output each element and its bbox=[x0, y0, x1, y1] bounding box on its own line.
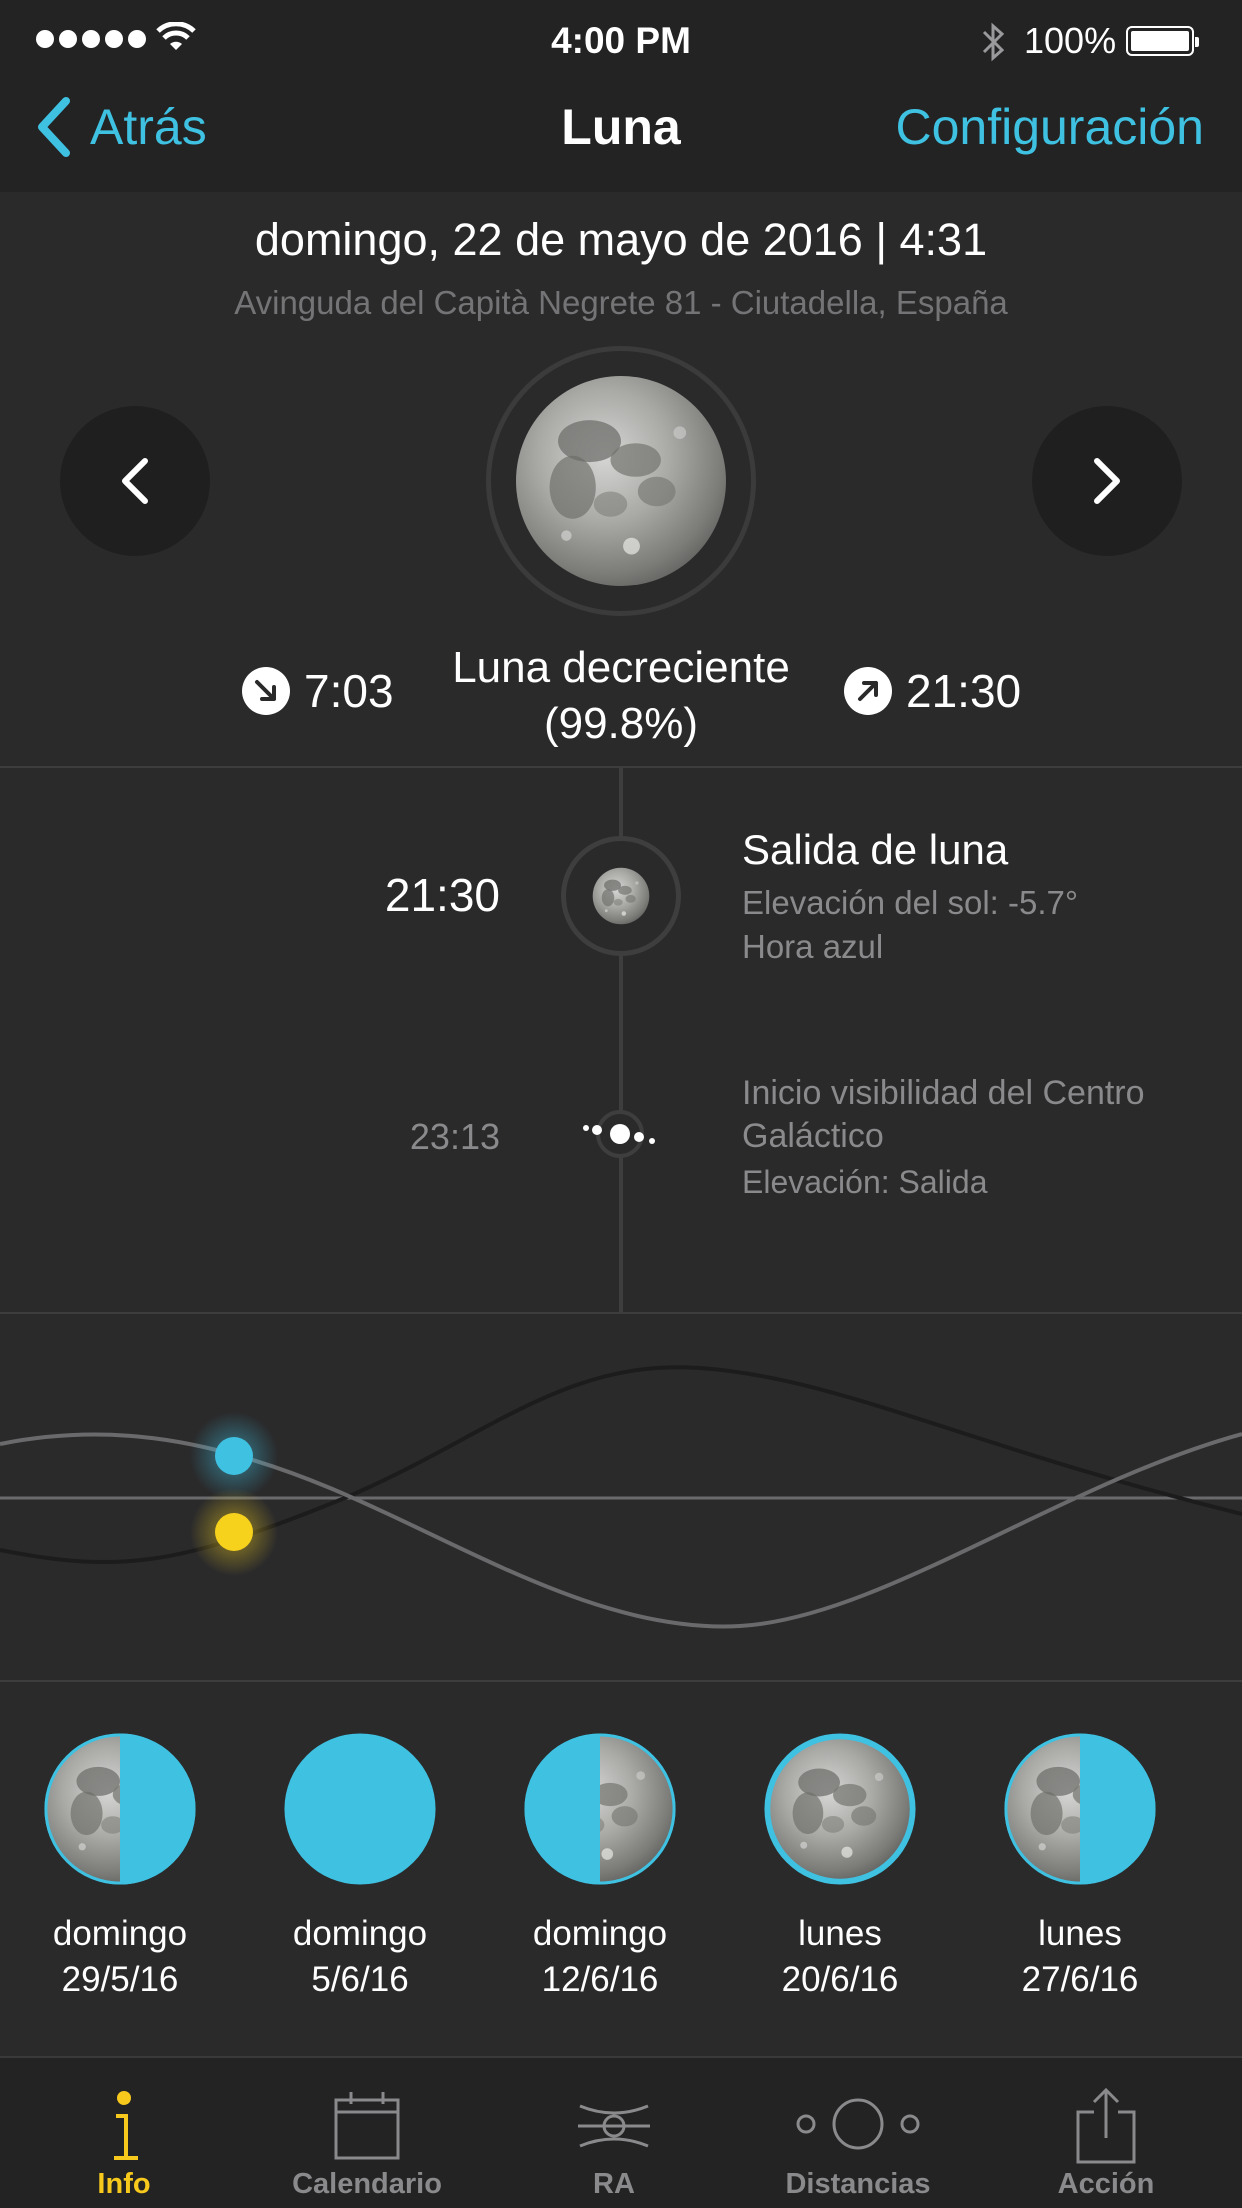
tab-label: Calendario bbox=[292, 2168, 442, 2200]
event-time: 21:30 bbox=[384, 869, 500, 921]
phase-day: domingo bbox=[52, 1914, 188, 1953]
moon-position-marker bbox=[215, 1437, 253, 1475]
chevron-left-icon bbox=[122, 458, 148, 504]
sun-position-marker bbox=[215, 1513, 253, 1551]
status-bar: 4:00 PM 100% bbox=[0, 0, 1242, 80]
tab-label: Acción bbox=[1057, 2168, 1155, 2200]
phase-date: 5/6/16 bbox=[311, 1960, 409, 1999]
tab-info[interactable]: Info bbox=[0, 2058, 248, 2208]
galactic-center-icon[interactable] bbox=[570, 1104, 670, 1164]
tab-label: RA bbox=[593, 2168, 635, 2200]
moonrise-time: 21:30 bbox=[906, 665, 1022, 717]
full-moon-icon bbox=[764, 1733, 916, 1885]
upcoming-phases: domingo 29/5/16 domingo 5/6/16 domingo 1… bbox=[0, 1680, 1242, 2052]
tab-label: Info bbox=[97, 2168, 151, 2200]
bluetooth-icon bbox=[982, 22, 1005, 62]
phase-item-first-quarter[interactable]: domingo 12/6/16 bbox=[510, 1732, 690, 2000]
phase-item-last-quarter[interactable]: domingo 29/5/16 bbox=[30, 1732, 210, 2000]
tab-label: Distancias bbox=[785, 2168, 931, 2200]
battery-percent: 100% bbox=[1024, 20, 1117, 61]
phase-date: 29/5/16 bbox=[61, 1960, 179, 1999]
back-button[interactable]: Atrás bbox=[34, 92, 207, 162]
phase-day: domingo bbox=[292, 1914, 428, 1953]
phase-date: 12/6/16 bbox=[541, 1960, 659, 1999]
last-quarter-moon-icon bbox=[1004, 1733, 1156, 1885]
moon-phase-label: Luna decreciente (99.8%) bbox=[400, 640, 842, 752]
phase-item-full-moon[interactable]: lunes 20/6/16 bbox=[750, 1732, 930, 2000]
sun-curve bbox=[0, 1365, 1242, 1565]
info-icon bbox=[114, 2091, 138, 2160]
phase-day: lunes bbox=[798, 1914, 882, 1953]
event-title: Inicio visibilidad del Centro Galáctico bbox=[742, 1074, 1145, 1155]
moonrise: 21:30 bbox=[844, 664, 1021, 718]
moon-phase-percent: (99.8%) bbox=[543, 699, 699, 748]
last-quarter-moon-icon bbox=[44, 1733, 196, 1885]
event-detail: Elevación: Salida bbox=[742, 1164, 988, 1200]
moonset: 7:03 bbox=[242, 664, 394, 718]
first-quarter-moon-icon bbox=[524, 1733, 676, 1885]
tab-ar[interactable]: RA bbox=[490, 2058, 738, 2208]
moon-image bbox=[516, 376, 726, 586]
moon-icon bbox=[592, 867, 650, 925]
altitude-chart[interactable] bbox=[0, 1314, 1242, 1682]
settings-button[interactable]: Configuración bbox=[895, 98, 1204, 156]
phase-item-new-moon[interactable]: domingo 5/6/16 bbox=[270, 1732, 450, 2000]
event-detail: Elevación del sol: -5.7° bbox=[742, 884, 1079, 921]
tab-calendar[interactable]: Calendario bbox=[243, 2058, 491, 2208]
phase-day: domingo bbox=[532, 1914, 668, 1953]
top-bar: 4:00 PM 100% Atrás Luna Configuración bbox=[0, 0, 1242, 192]
phase-date: 27/6/16 bbox=[1021, 1960, 1139, 1999]
moon-phase-name: Luna decreciente bbox=[452, 643, 790, 692]
phase-date: 20/6/16 bbox=[781, 1960, 899, 1999]
share-icon bbox=[1076, 2087, 1136, 2164]
moonrise-arrow-icon bbox=[844, 667, 892, 715]
moonset-arrow-icon bbox=[242, 667, 290, 715]
event-time: 23:13 bbox=[409, 1116, 500, 1157]
distances-icon bbox=[796, 2098, 920, 2150]
battery-icon bbox=[1126, 26, 1199, 56]
moon-phase-display[interactable] bbox=[486, 346, 756, 616]
event-detail: Hora azul bbox=[742, 928, 884, 965]
ar-icon bbox=[578, 2104, 650, 2148]
chevron-left-icon bbox=[38, 97, 70, 157]
location-label[interactable]: Avinguda del Capità Negrete 81 - Ciutade… bbox=[0, 284, 1242, 322]
tab-distances[interactable]: Distancias bbox=[734, 2058, 982, 2208]
next-day-button[interactable] bbox=[1032, 406, 1182, 556]
phase-item-last-quarter[interactable]: lunes 27/6/16 bbox=[990, 1732, 1170, 2000]
event-title: Salida de luna bbox=[742, 826, 1009, 873]
new-moon-icon bbox=[284, 1733, 436, 1885]
moonset-time: 7:03 bbox=[304, 665, 394, 717]
moonrise-event-icon[interactable] bbox=[561, 836, 681, 956]
phase-day: lunes bbox=[1038, 1914, 1122, 1953]
chevron-right-icon bbox=[1094, 458, 1120, 504]
calendar-icon bbox=[334, 2092, 400, 2160]
previous-day-button[interactable] bbox=[60, 406, 210, 556]
tab-bar: Info Calendario RA Distancias Acción bbox=[0, 2056, 1242, 2208]
selected-date[interactable]: domingo, 22 de mayo de 2016 | 4:31 bbox=[0, 214, 1242, 266]
back-label: Atrás bbox=[90, 99, 207, 155]
tab-share[interactable]: Acción bbox=[982, 2058, 1230, 2208]
